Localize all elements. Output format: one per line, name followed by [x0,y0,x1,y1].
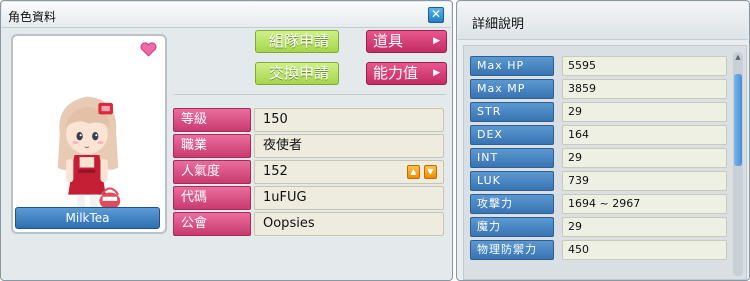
stat-value: 164 [562,125,727,145]
job-label: 職業 [173,134,251,158]
stat-value: 739 [562,171,727,191]
stat-value: 5595 [562,56,727,76]
stat-label: Max HP [470,56,554,76]
stat-label: LUK [470,171,554,191]
stats-list: Max HP 5595 Max MP 3859 STR 29 DEX 164 I… [463,45,747,280]
detail-window-title: 詳細說明 [472,17,525,32]
code-value: 1uFUG [254,186,444,210]
stat-row-defense: 物理防禦力 450 [470,240,727,260]
stat-row-max-mp: Max MP 3859 [470,79,727,99]
fame-value: 152 ▲ ▼ [254,160,444,184]
level-label: 等級 [173,108,251,132]
items-button-label: 道具 [373,32,404,50]
avatar-panel: ✦ ✦ [11,34,167,234]
stats-button-label: 能力值 [373,64,419,82]
scrollbar[interactable]: ▲ [733,52,743,276]
character-name-plate: MilkTea [15,207,160,229]
info-row-code: 代碼 1uFUG [173,186,445,210]
heart-icon[interactable] [140,42,157,57]
stat-row-dex: DEX 164 [470,125,727,145]
detail-window-titlebar[interactable]: 詳細說明 [458,2,748,40]
stat-value: 1694 ~ 2967 [562,194,727,214]
character-window-title: 角色資料 [8,10,57,24]
job-value: 夜使者 [254,134,444,158]
stat-value: 3859 [562,79,727,99]
stat-label: 魔力 [470,217,554,237]
stat-label: Max MP [470,79,554,99]
stat-row-magic: 魔力 29 [470,217,727,237]
stat-value: 29 [562,148,727,168]
code-label: 代碼 [173,186,251,210]
info-row-level: 等級 150 [173,108,445,132]
character-window-titlebar[interactable]: 角色資料 ✕ [2,2,451,28]
stat-value: 450 [562,240,727,260]
stat-row-int: INT 29 [470,148,727,168]
stat-row-luk: LUK 739 [470,171,727,191]
stat-value: 29 [562,217,727,237]
stats-button[interactable]: 能力值 ▶ [366,62,447,85]
level-value: 150 [254,108,444,132]
guild-label: 公會 [173,212,251,236]
chevron-right-icon: ▶ [433,36,440,46]
divider [174,94,446,95]
info-row-guild: 公會 Oopsies [173,212,445,236]
fame-number: 152 [263,164,288,179]
stat-label: 物理防禦力 [470,240,554,260]
close-icon[interactable]: ✕ [428,7,444,23]
scroll-up-icon[interactable]: ▲ [733,52,743,62]
stat-label: 攻擊力 [470,194,554,214]
stat-label: STR [470,102,554,122]
arrow-down-icon[interactable]: ▼ [424,165,437,179]
character-info-window: 角色資料 ✕ MilkTea 組隊申請 交換申請 道具 ▶ 能力值 ▶ 等級 1… [0,0,453,281]
stat-row-max-hp: Max HP 5595 [470,56,727,76]
guild-value: Oopsies [254,212,444,236]
info-row-fame: 人氣度 152 ▲ ▼ [173,160,445,184]
items-button[interactable]: 道具 ▶ [366,30,447,53]
scrollbar-thumb[interactable] [734,74,742,166]
stat-value: 29 [562,102,727,122]
stat-label: DEX [470,125,554,145]
fame-label: 人氣度 [173,160,251,184]
chevron-right-icon: ▶ [433,68,440,78]
stat-row-str: STR 29 [470,102,727,122]
stat-row-attack: 攻擊力 1694 ~ 2967 [470,194,727,214]
stat-label: INT [470,148,554,168]
info-row-job: 職業 夜使者 [173,134,445,158]
detail-stats-window: 詳細說明 Max HP 5595 Max MP 3859 STR 29 DEX … [456,0,750,281]
arrow-up-icon[interactable]: ▲ [407,165,420,179]
trade-request-button[interactable]: 交換申請 [255,62,339,85]
party-request-button[interactable]: 組隊申請 [255,30,339,53]
